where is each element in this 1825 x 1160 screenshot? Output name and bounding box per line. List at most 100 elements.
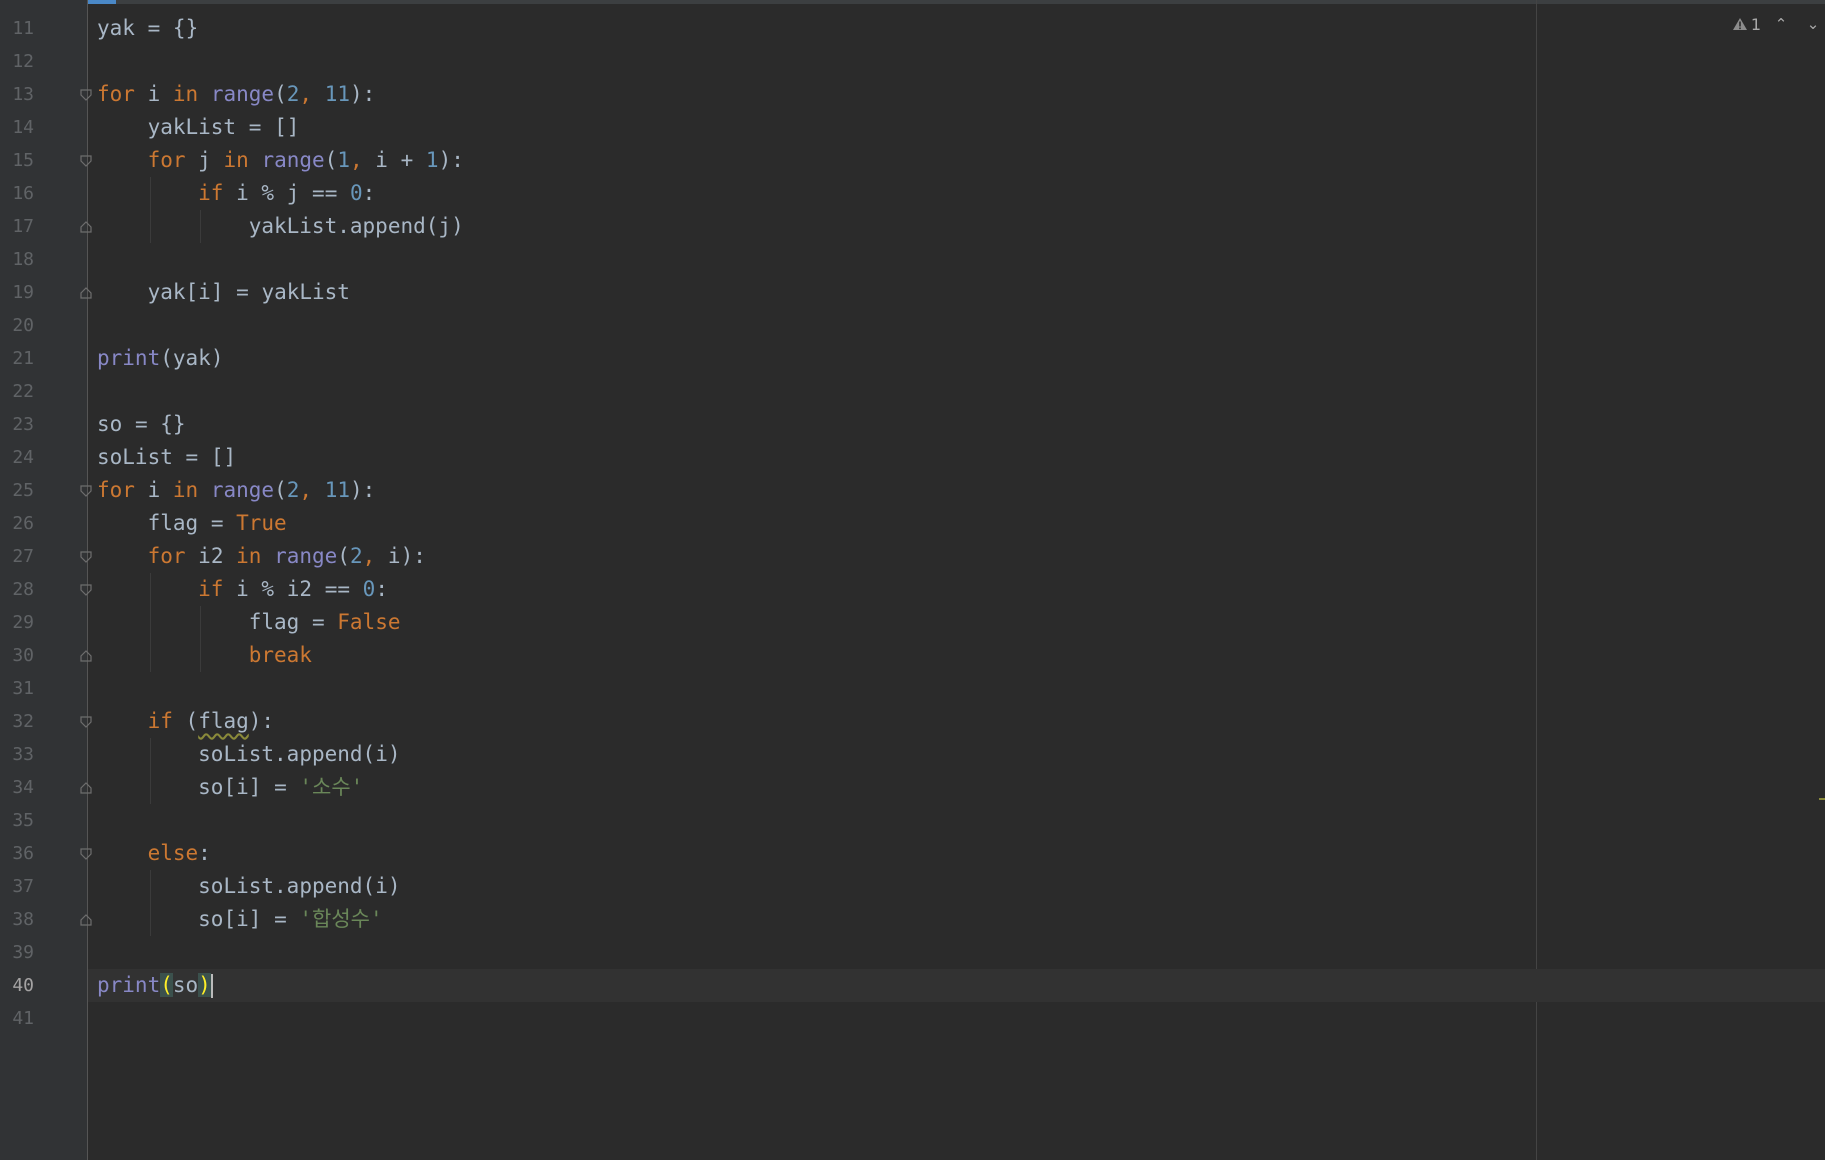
code-line[interactable]: soList.append(i) — [97, 738, 1825, 771]
indent-guide — [149, 573, 151, 606]
code-token: { — [172, 16, 186, 40]
fold-collapse-icon[interactable] — [80, 848, 92, 860]
code-token: ) — [198, 973, 211, 997]
line-number: 41 — [12, 1008, 34, 1029]
editor-gutter[interactable]: 11 12 13 14 15 16 17 18 19 20 21 22 23 24 25 26 27 28 29 30… — [0, 0, 92, 1160]
code-line[interactable] — [97, 1002, 1825, 1035]
code-token: so — [97, 412, 123, 436]
code-line[interactable]: if (flag): — [97, 705, 1825, 738]
code-area[interactable]: yak = {} for i in range(2, 11): yakList =… — [88, 12, 1825, 1035]
code-token: break — [248, 643, 312, 667]
code-token: . — [274, 742, 287, 766]
fold-collapse-icon[interactable] — [80, 485, 92, 497]
code-token: i — [236, 907, 249, 931]
fold-collapse-icon[interactable] — [80, 551, 92, 563]
code-line[interactable]: break — [97, 639, 1825, 672]
chevron-down-icon[interactable]: ⌄ — [1801, 15, 1825, 33]
code-line[interactable] — [97, 243, 1825, 276]
fold-end-icon[interactable] — [80, 914, 92, 926]
code-line[interactable]: yak = {} — [97, 12, 1825, 45]
code-token: if — [147, 709, 173, 733]
code-line[interactable]: soList.append(i) — [97, 870, 1825, 903]
fold-end-icon[interactable] — [80, 221, 92, 233]
code-token: : — [413, 544, 426, 568]
code-line[interactable]: so[i] = '합성수' — [97, 903, 1825, 936]
chevron-up-icon[interactable]: ⌃ — [1769, 15, 1793, 33]
code-token: True — [236, 511, 287, 535]
code-token: so — [172, 973, 199, 997]
code-line[interactable] — [97, 936, 1825, 969]
code-token: ( — [425, 214, 439, 238]
code-token: [ — [223, 907, 237, 931]
code-token: = — [185, 445, 199, 469]
code-line[interactable]: yakList.append(j) — [97, 210, 1825, 243]
code-line[interactable] — [97, 672, 1825, 705]
code-line[interactable]: for i2 in range(2, i): — [97, 540, 1825, 573]
code-token: j — [438, 214, 452, 238]
code-token: flag — [147, 511, 199, 535]
line-number: 30 — [12, 645, 34, 666]
code-line[interactable]: for i in range(2, 11): — [97, 78, 1825, 111]
code-line[interactable] — [97, 45, 1825, 78]
code-token: [ — [210, 445, 224, 469]
code-line[interactable]: soList = [] — [97, 441, 1825, 474]
error-stripe-warning-mark[interactable] — [1819, 798, 1825, 800]
line-number: 26 — [12, 513, 34, 534]
code-line[interactable]: yakList = [] — [97, 111, 1825, 144]
code-line[interactable]: print(so) — [88, 969, 1825, 1002]
inspection-widget[interactable]: 1 ⌃ ⌄ — [1732, 12, 1825, 36]
code-token: 2 — [349, 544, 363, 568]
code-line[interactable] — [97, 804, 1825, 837]
line-number: 20 — [12, 315, 34, 336]
fold-end-icon[interactable] — [80, 287, 92, 299]
code-line[interactable]: for i in range(2, 11): — [97, 474, 1825, 507]
fold-collapse-icon[interactable] — [80, 584, 92, 596]
code-line[interactable]: print(yak) — [97, 342, 1825, 375]
code-token: ) — [387, 874, 401, 898]
code-line[interactable]: so[i] = '소수' — [97, 771, 1825, 804]
line-number: 12 — [12, 51, 34, 72]
code-token: j — [198, 148, 211, 172]
fold-collapse-icon[interactable] — [80, 716, 92, 728]
fold-end-icon[interactable] — [80, 650, 92, 662]
line-number: 39 — [12, 942, 34, 963]
code-token: range — [261, 148, 325, 172]
code-token: = — [134, 412, 148, 436]
code-line[interactable]: for j in range(1, i + 1): — [97, 144, 1825, 177]
code-token: i — [147, 82, 161, 106]
code-line[interactable]: so = {} — [97, 408, 1825, 441]
code-line[interactable]: if i % j == 0: — [97, 177, 1825, 210]
code-line[interactable] — [97, 309, 1825, 342]
code-line[interactable] — [97, 375, 1825, 408]
fold-collapse-icon[interactable] — [80, 155, 92, 167]
code-line[interactable]: if i % i2 == 0: — [97, 573, 1825, 606]
line-number: 25 — [12, 480, 34, 501]
code-line[interactable]: else: — [97, 837, 1825, 870]
code-line[interactable]: yak[i] = yakList — [97, 276, 1825, 309]
code-editor[interactable]: 11 12 13 14 15 16 17 18 19 20 21 22 23 24 25 26 27 28 29 30… — [0, 0, 1825, 1160]
code-token: = — [248, 115, 262, 139]
code-line[interactable]: flag = True — [97, 507, 1825, 540]
warning-count[interactable]: 1 — [1732, 15, 1761, 34]
code-token: i — [236, 775, 249, 799]
code-token: i — [387, 544, 401, 568]
code-line[interactable]: flag = False — [97, 606, 1825, 639]
fold-collapse-icon[interactable] — [80, 89, 92, 101]
code-token: 2 — [286, 478, 300, 502]
fold-end-icon[interactable] — [80, 782, 92, 794]
